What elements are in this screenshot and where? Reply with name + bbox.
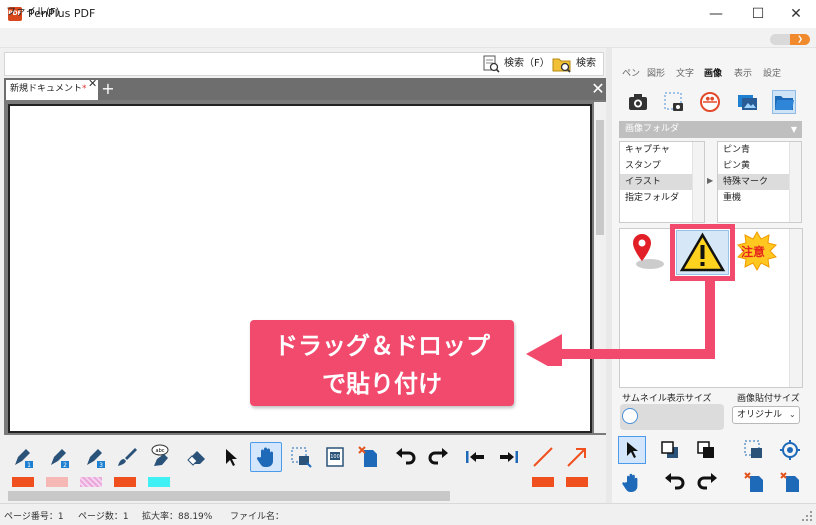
stamp-icon[interactable]: ●● <box>698 90 722 114</box>
search-document-icon <box>483 55 500 73</box>
update-badge-icon[interactable] <box>770 34 790 45</box>
eraser-icon[interactable] <box>184 442 210 472</box>
hand-icon[interactable] <box>618 468 646 496</box>
svg-text:abc: abc <box>156 448 165 454</box>
callout-line-2: で貼り付け <box>322 370 442 398</box>
color-swatch-5[interactable] <box>148 477 170 487</box>
svg-text:●●: ●● <box>706 96 715 102</box>
color-swatch-2[interactable] <box>46 477 68 487</box>
search-f-button[interactable]: 検索（F） <box>482 54 550 74</box>
delete-image-icon[interactable] <box>740 468 768 496</box>
hand-tool-icon[interactable] <box>250 442 282 472</box>
delete-page-icon[interactable] <box>356 442 382 472</box>
select-pointer-icon[interactable] <box>618 436 646 464</box>
search-folder-button[interactable]: 検索 <box>552 54 596 74</box>
status-zoom: 拡大率：88.19% <box>142 512 213 522</box>
search-f-label: 検索（F） <box>504 58 550 69</box>
pointer-icon[interactable] <box>218 442 244 472</box>
thumbnail-scrollbar[interactable] <box>789 229 802 387</box>
color-swatch-4[interactable] <box>114 477 136 487</box>
close-button[interactable]: ✕ <box>776 0 816 28</box>
status-page-count: ページ数：1 <box>78 512 129 522</box>
tab-new-document[interactable]: 新規ドキュメント* <box>6 80 98 100</box>
close-document-button[interactable]: ✕ <box>590 80 606 98</box>
delete-all-icon[interactable] <box>776 468 804 496</box>
callout-line-1: ドラッグ＆ドロップ <box>274 332 490 360</box>
tab-text[interactable]: 文字 <box>676 66 694 79</box>
send-back-icon[interactable] <box>692 436 720 464</box>
minimize-button[interactable]: — <box>696 0 736 28</box>
capture-icon[interactable] <box>288 442 314 472</box>
menu-file[interactable]: ファイル(F) <box>6 3 60 18</box>
pen-3-icon[interactable]: 3 <box>82 442 108 472</box>
svg-text:1: 1 <box>27 462 31 469</box>
color-swatch-3[interactable] <box>80 477 102 487</box>
add-tab-button[interactable]: + <box>100 80 116 98</box>
thumbnail-size-label: サムネイル表示サイズ <box>622 394 712 404</box>
redo-icon[interactable] <box>694 468 722 496</box>
tab-pen[interactable]: ペン <box>622 66 640 79</box>
line-tool-icon[interactable] <box>530 442 556 472</box>
tab-view[interactable]: 表示 <box>734 66 752 79</box>
arrow-tool-icon[interactable] <box>564 442 590 472</box>
title-bar <box>0 0 816 28</box>
chevron-down-icon[interactable]: ▼ <box>787 121 801 138</box>
undo-icon[interactable] <box>392 442 418 472</box>
image-folder-select[interactable]: 画像フォルダ <box>619 121 802 138</box>
caution-burst-icon[interactable]: 注意 <box>736 230 778 272</box>
slider-knob[interactable] <box>622 408 638 424</box>
capture-region-icon[interactable] <box>662 90 686 114</box>
camera-icon[interactable] <box>626 90 650 114</box>
resize-grip-icon[interactable] <box>802 511 814 523</box>
status-page-number: ページ番号：1 <box>4 512 64 522</box>
pen-1-icon[interactable]: 1 <box>10 442 36 472</box>
status-file-name: ファイル名： <box>230 512 285 522</box>
color-swatch-6[interactable] <box>532 477 554 487</box>
svg-text:3: 3 <box>99 462 103 469</box>
page-image-icon[interactable]: 100 <box>322 442 348 472</box>
first-page-icon[interactable] <box>462 442 488 472</box>
color-swatch-7[interactable] <box>566 477 588 487</box>
horizontal-scrollbar[interactable] <box>8 491 450 501</box>
redo-icon[interactable] <box>426 442 452 472</box>
maximize-button[interactable]: ☐ <box>738 0 778 28</box>
vertical-scroll-thumb[interactable] <box>596 120 604 235</box>
pen-2-icon[interactable]: 2 <box>46 442 72 472</box>
brush-icon[interactable] <box>114 442 140 472</box>
paste-size-label: 画像貼付サイズ <box>737 394 800 404</box>
chevron-down-icon[interactable]: ⌄ <box>789 406 796 424</box>
category-scrollbar[interactable] <box>692 142 704 222</box>
target-icon[interactable] <box>776 436 804 464</box>
svg-text:2: 2 <box>63 462 67 469</box>
menu-bar <box>0 28 816 48</box>
tab-close-icon[interactable]: ✕ <box>88 77 97 90</box>
subcategory-scrollbar[interactable] <box>789 142 801 222</box>
tab-settings[interactable]: 設定 <box>763 66 781 79</box>
color-swatch-1[interactable] <box>12 477 34 487</box>
modified-mark: * <box>82 84 87 94</box>
crop-capture-icon[interactable] <box>740 436 768 464</box>
drag-arrow-icon <box>526 276 715 366</box>
chevron-right-icon: ▶ <box>707 176 714 185</box>
svg-text:100: 100 <box>330 454 340 460</box>
undo-icon[interactable] <box>660 468 688 496</box>
open-folder-icon[interactable] <box>772 90 796 114</box>
search-folder-icon <box>552 58 571 73</box>
tab-label: 新規ドキュメント <box>10 84 83 94</box>
tab-image[interactable]: 画像 <box>704 66 722 79</box>
caution-label: 注意 <box>741 245 766 259</box>
image-folder-icon[interactable] <box>736 90 760 114</box>
text-marker-icon[interactable]: abc <box>148 442 174 472</box>
last-page-icon[interactable] <box>496 442 522 472</box>
tab-shape[interactable]: 図形 <box>647 66 665 79</box>
search-folder-label: 検索 <box>576 58 596 69</box>
forward-badge-icon[interactable]: ❯ <box>790 34 810 45</box>
bring-front-icon[interactable] <box>656 436 684 464</box>
